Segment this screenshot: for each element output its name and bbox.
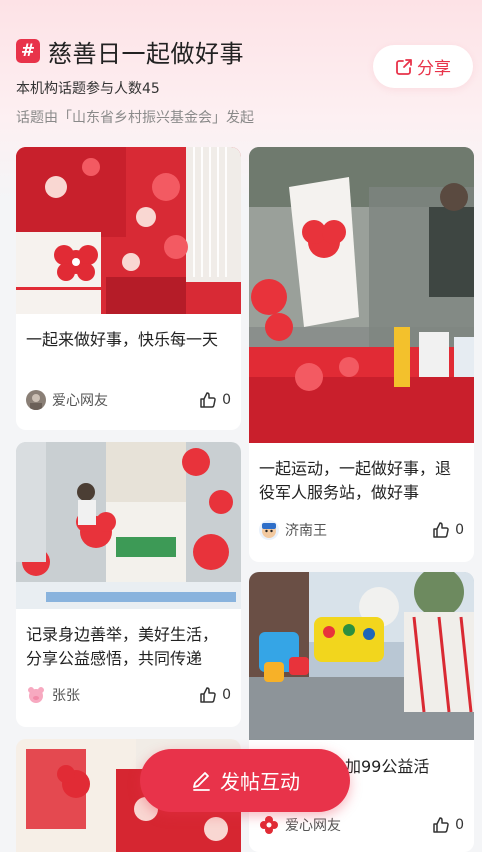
post-card[interactable]: 记录身边善举，美好生活，分享公益感悟，共同传递 张张 0 bbox=[16, 442, 241, 727]
post-image bbox=[249, 572, 474, 740]
author-name[interactable]: 张张 bbox=[52, 685, 199, 705]
author-name[interactable]: 爱心网友 bbox=[52, 390, 199, 410]
like-button[interactable]: 0 bbox=[432, 816, 464, 834]
like-count: 0 bbox=[455, 817, 464, 833]
post-interaction-button[interactable]: 发帖互动 bbox=[140, 749, 350, 812]
hash-icon: # bbox=[16, 39, 40, 63]
like-count: 0 bbox=[455, 522, 464, 538]
post-image bbox=[16, 442, 241, 609]
post-footer: 张张 0 bbox=[26, 684, 231, 706]
like-button[interactable]: 0 bbox=[432, 521, 464, 539]
thumbs-up-icon bbox=[433, 522, 449, 538]
avatar[interactable] bbox=[259, 815, 279, 835]
thumbs-up-icon bbox=[200, 392, 216, 408]
share-icon bbox=[396, 58, 412, 75]
avatar[interactable] bbox=[26, 685, 46, 705]
like-button[interactable]: 0 bbox=[199, 391, 231, 409]
post-footer: 爱心网友 0 bbox=[259, 814, 464, 836]
like-count: 0 bbox=[222, 687, 231, 703]
post-footer: 爱心网友 0 bbox=[26, 389, 231, 411]
post-title[interactable]: 记录身边善举，美好生活，分享公益感悟，共同传递 bbox=[26, 623, 231, 671]
author-name[interactable]: 济南王 bbox=[285, 520, 432, 540]
share-button[interactable]: 分享 bbox=[373, 45, 473, 88]
post-card[interactable]: 一起来做好事，快乐每一天 爱心网友 0 bbox=[16, 147, 241, 430]
thumbs-up-icon bbox=[200, 687, 216, 703]
share-label: 分享 bbox=[417, 59, 451, 79]
like-count: 0 bbox=[222, 392, 231, 408]
post-card[interactable]: 一起运动，一起做好事，退役军人服务站，做好事 济南王 0 bbox=[249, 147, 474, 562]
post-footer: 济南王 0 bbox=[259, 519, 464, 541]
participant-count: 本机构话题参与人数45 bbox=[16, 81, 160, 97]
author-name[interactable]: 爱心网友 bbox=[285, 815, 432, 835]
post-button-label: 发帖互动 bbox=[220, 770, 300, 794]
post-title[interactable]: 一起运动，一起做好事，退役军人服务站，做好事 bbox=[259, 457, 464, 505]
topic-title: 慈善日一起做好事 bbox=[48, 39, 244, 68]
avatar[interactable] bbox=[259, 520, 279, 540]
thumbs-up-icon bbox=[433, 817, 449, 833]
avatar[interactable] bbox=[26, 390, 46, 410]
post-image bbox=[16, 147, 241, 314]
post-title[interactable]: 一起来做好事，快乐每一天 bbox=[26, 328, 231, 352]
edit-icon bbox=[193, 771, 210, 791]
topic-initiator: 话题由「山东省乡村振兴基金会」发起 bbox=[16, 110, 254, 126]
like-button[interactable]: 0 bbox=[199, 686, 231, 704]
post-image bbox=[249, 147, 474, 443]
